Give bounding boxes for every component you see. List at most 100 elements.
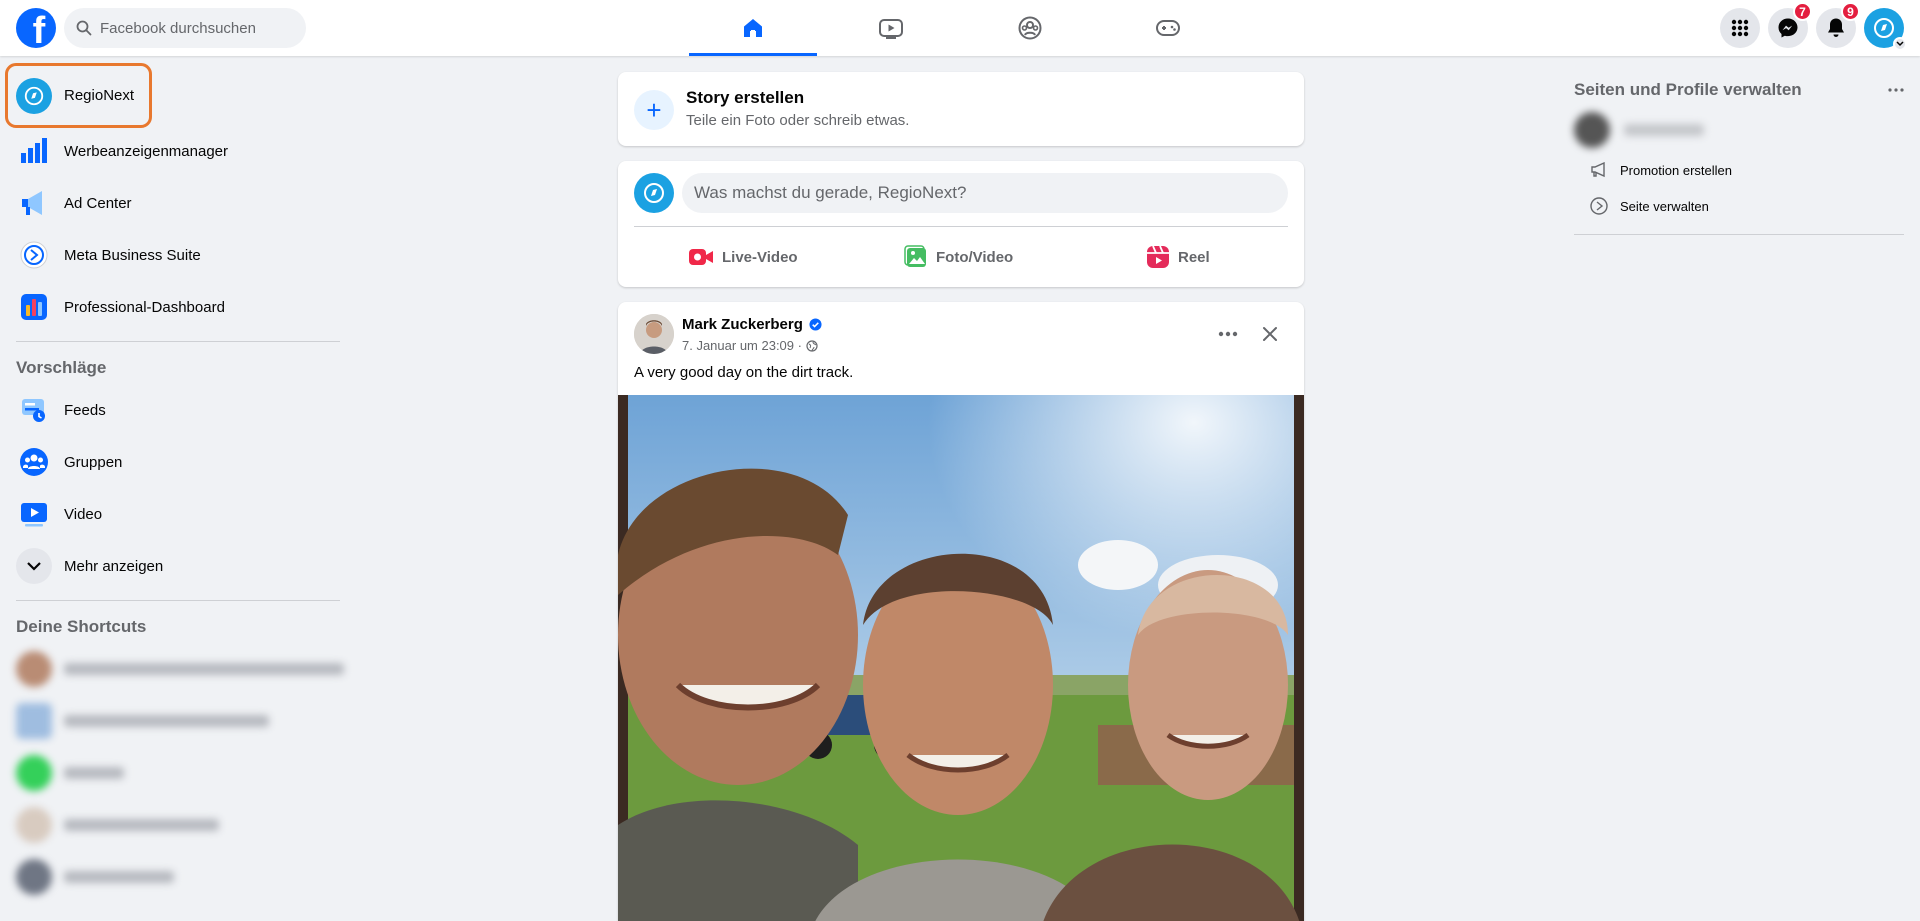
- sidebar-item-regionext[interactable]: RegioNext: [5, 63, 152, 128]
- shortcut-item[interactable]: [8, 851, 348, 903]
- more-horizontal-icon[interactable]: [1888, 88, 1904, 92]
- shortcut-item[interactable]: [8, 643, 348, 695]
- shortcut-label-blurred: [64, 715, 269, 727]
- notifications-button[interactable]: 9: [1816, 2, 1860, 48]
- close-icon: [1263, 327, 1277, 341]
- sidebar-item-label: Werbeanzeigenmanager: [64, 142, 228, 160]
- photo-icon: [904, 245, 926, 267]
- author-avatar[interactable]: [634, 314, 674, 354]
- tab-groups[interactable]: [966, 0, 1094, 56]
- sidebar-item-label: Feeds: [64, 401, 106, 419]
- megaphone-icon: [16, 185, 52, 221]
- manage-page-link[interactable]: Seite verwalten: [1574, 188, 1904, 224]
- composer-avatar[interactable]: [634, 173, 674, 213]
- create-story-card[interactable]: + Story erstellen Teile ein Foto oder sc…: [618, 72, 1304, 146]
- sidebar-item-label: Gruppen: [64, 453, 123, 471]
- shortcut-avatar: [16, 703, 52, 739]
- shortcut-avatar: [16, 755, 52, 791]
- chevron-down-icon: [16, 548, 52, 584]
- manage-page-label: Seite verwalten: [1620, 198, 1709, 214]
- managed-page-name-blurred: [1624, 124, 1704, 136]
- messenger-button[interactable]: 7: [1768, 2, 1812, 48]
- sidebar-item-business-suite[interactable]: Meta Business Suite: [8, 229, 348, 281]
- manage-page-icon: [1590, 197, 1608, 215]
- photo-video-button[interactable]: Foto/Video: [904, 237, 1013, 277]
- compass-icon: [24, 86, 44, 105]
- home-icon: [744, 19, 762, 37]
- shortcut-label-blurred: [64, 819, 219, 831]
- facebook-logo[interactable]: f: [16, 8, 56, 48]
- reel-button[interactable]: Reel: [1146, 237, 1210, 277]
- post-photo[interactable]: [618, 395, 1304, 921]
- shortcut-label-blurred: [64, 767, 124, 779]
- suggestions-heading: Vorschläge: [16, 358, 107, 377]
- sidebar-item-video[interactable]: Video: [8, 488, 348, 540]
- live-video-label: Live-Video: [722, 248, 798, 266]
- shortcut-item[interactable]: [8, 747, 348, 799]
- bell-icon: [1828, 18, 1844, 37]
- globe-icon: [806, 339, 818, 352]
- post-author-row: Mark Zuckerberg: [682, 316, 822, 333]
- sidebar-item-professional-dashboard[interactable]: Professional-Dashboard: [8, 281, 348, 333]
- megaphone-outline-icon: [1591, 162, 1605, 178]
- create-promotion-label: Promotion erstellen: [1620, 162, 1732, 178]
- shortcut-item[interactable]: [8, 695, 348, 747]
- sidebar-item-ad-center[interactable]: Ad Center: [8, 177, 348, 229]
- grid-menu-icon: [1731, 19, 1749, 37]
- managed-page-entry[interactable]: [1574, 108, 1904, 152]
- story-subtitle: Teile ein Foto oder schreib etwas.: [686, 112, 910, 129]
- post-text: A very good day on the dirt track.: [634, 364, 854, 381]
- messenger-badge: 7: [1793, 2, 1812, 21]
- search-input[interactable]: [100, 19, 290, 37]
- gaming-icon: [1156, 20, 1180, 36]
- shortcut-avatar: [16, 807, 52, 843]
- feed-post: Mark Zuckerberg 7. Januar um 23:09 · A v…: [618, 302, 1304, 921]
- composer-input[interactable]: [682, 173, 1288, 213]
- post-author-name[interactable]: Mark Zuckerberg: [682, 316, 803, 333]
- shortcut-label-blurred: [64, 663, 344, 675]
- sidebar-divider: [16, 600, 340, 601]
- business-suite-icon: [16, 237, 52, 273]
- post-meta: 7. Januar um 23:09 ·: [682, 338, 818, 353]
- post-hide-button[interactable]: [1252, 316, 1288, 352]
- account-menu-chevron[interactable]: [1893, 37, 1907, 51]
- sidebar-item-ads-manager[interactable]: Werbeanzeigenmanager: [8, 125, 348, 177]
- post-options-button[interactable]: [1210, 316, 1246, 352]
- sidebar-item-label: Video: [64, 505, 103, 523]
- photo-video-label: Foto/Video: [936, 248, 1014, 266]
- shortcut-label-blurred: [64, 871, 174, 883]
- shortcut-avatar: [16, 859, 52, 895]
- top-navigation-bar: f 7 9: [0, 0, 1920, 56]
- sidebar-item-label: Mehr anzeigen: [64, 557, 164, 575]
- managed-page-avatar: [1574, 112, 1610, 148]
- post-composer: Live-Video Foto/Video Reel: [618, 161, 1304, 287]
- tab-video[interactable]: [827, 0, 955, 56]
- groups-icon: [1018, 16, 1042, 40]
- search-box[interactable]: [64, 8, 306, 48]
- search-icon: [76, 20, 92, 36]
- tab-home[interactable]: [689, 0, 817, 56]
- video-icon: [879, 19, 903, 39]
- left-sidebar: RegioNext Werbeanzeigenmanager Ad Center…: [5, 63, 348, 903]
- plus-icon: +: [634, 90, 674, 130]
- compass-icon: [644, 183, 664, 203]
- create-promotion-link[interactable]: Promotion erstellen: [1574, 152, 1904, 188]
- tab-gaming[interactable]: [1104, 0, 1232, 56]
- compass-icon: [1874, 18, 1894, 38]
- messenger-icon: [1778, 18, 1798, 38]
- account-avatar[interactable]: [1864, 8, 1907, 51]
- story-title: Story erstellen: [686, 88, 805, 107]
- live-video-button[interactable]: Live-Video: [688, 237, 798, 277]
- dashboard-icon: [16, 289, 52, 325]
- notifications-badge: 9: [1841, 2, 1860, 21]
- sidebar-item-groups[interactable]: Gruppen: [8, 436, 348, 488]
- more-horizontal-icon: [1218, 331, 1238, 337]
- manage-pages-title: Seiten und Profile verwalten: [1574, 80, 1802, 99]
- sidebar-item-more[interactable]: Mehr anzeigen: [8, 540, 348, 592]
- sidebar-divider: [16, 341, 340, 342]
- post-timestamp[interactable]: 7. Januar um 23:09 ·: [682, 338, 802, 353]
- sidebar-item-feeds[interactable]: Feeds: [8, 384, 348, 436]
- composer-divider: [634, 226, 1288, 227]
- menu-button[interactable]: [1720, 8, 1760, 48]
- shortcut-item[interactable]: [8, 799, 348, 851]
